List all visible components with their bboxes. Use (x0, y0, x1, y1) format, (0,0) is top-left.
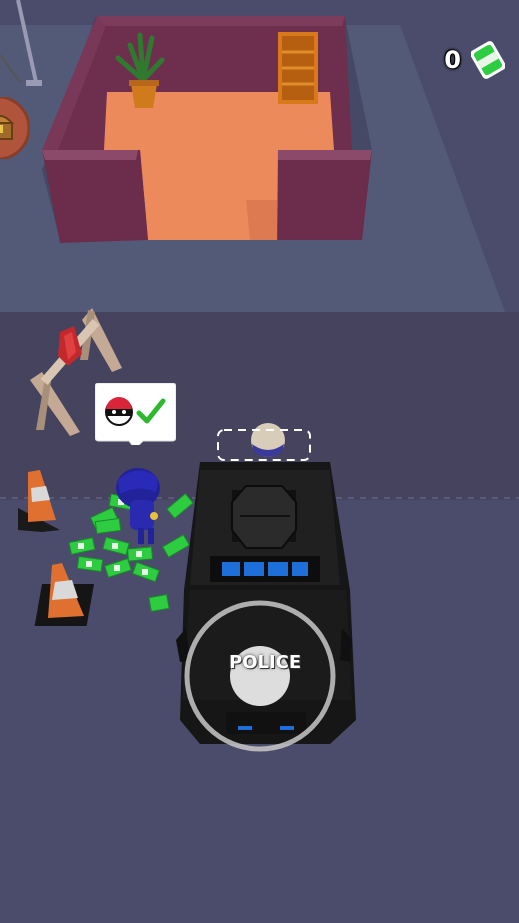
police-officer (251, 423, 285, 457)
treasure-chest-button[interactable] (0, 95, 31, 161)
status-speech-bubble (95, 383, 176, 445)
bookshelf (278, 32, 318, 104)
game-scene (0, 0, 519, 923)
money-count: 0 (444, 46, 461, 74)
money-counter: 0 (444, 40, 505, 80)
cash-stack-icon (471, 41, 505, 79)
virtual-joystick[interactable] (182, 598, 338, 754)
room (42, 16, 372, 243)
thief-mask-icon (105, 397, 133, 426)
treasure-chest-icon (0, 95, 31, 161)
vehicle-police-label: POLICE (229, 652, 302, 673)
